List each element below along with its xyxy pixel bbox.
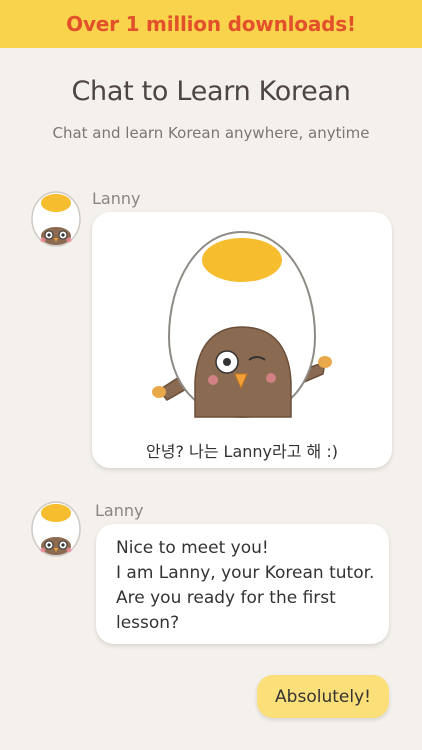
promo-banner: Over 1 million downloads! bbox=[0, 0, 422, 48]
sticker-caption: 안녕? 나는 Lanny라고 해 :) bbox=[146, 442, 338, 461]
avatar-icon bbox=[30, 500, 81, 557]
message-line: I am Lanny, your Korean tutor. bbox=[116, 563, 375, 583]
sticker-message-bubble: 안녕? 나는 Lanny라고 해 :) bbox=[92, 212, 392, 468]
reply-button[interactable]: Absolutely! bbox=[257, 675, 389, 718]
message-line: Are you ready for the first bbox=[116, 588, 336, 608]
message-line: lesson? bbox=[116, 613, 180, 633]
avatar-icon bbox=[30, 190, 81, 247]
sender-name: Lanny bbox=[95, 501, 144, 520]
page-title: Chat to Learn Korean bbox=[71, 76, 351, 107]
message-line: Nice to meet you! bbox=[116, 538, 269, 558]
egg-owl-sticker-icon bbox=[147, 222, 337, 431]
page-subtitle: Chat and learn Korean anywhere, anytime bbox=[52, 124, 370, 142]
text-message-bubble: Nice to meet you! I am Lanny, your Korea… bbox=[96, 524, 389, 644]
sender-name: Lanny bbox=[92, 189, 141, 208]
banner-text: Over 1 million downloads! bbox=[66, 12, 356, 36]
